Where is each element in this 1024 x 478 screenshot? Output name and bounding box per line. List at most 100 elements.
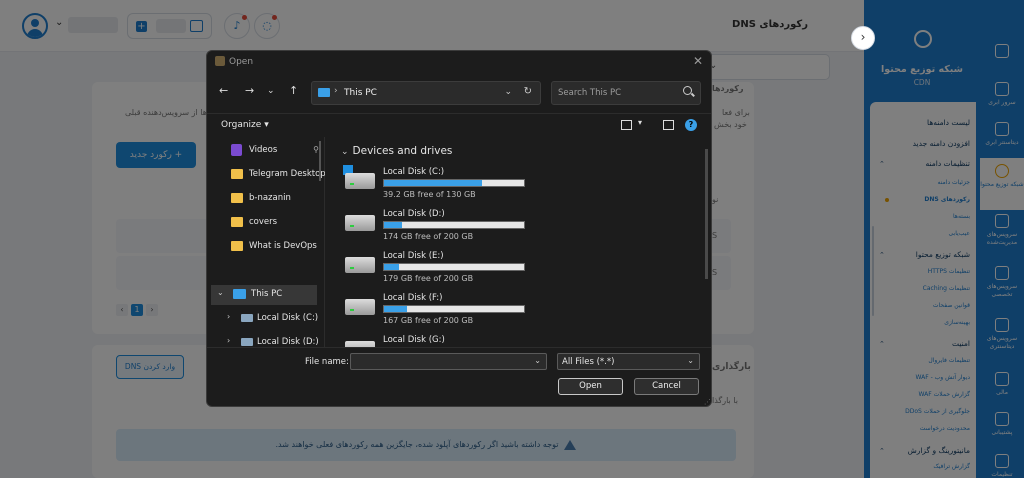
recent-locations-chevron-icon[interactable]: ⌄ [267,86,275,96]
rail-item-cloud-server[interactable]: سرور ابری [980,82,1024,107]
tree-item-local-disk-d[interactable]: › Local Disk (D:) [221,333,325,347]
back-arrow-icon[interactable]: ← [219,84,228,97]
next-page-button[interactable]: › [146,304,158,316]
view-dropdown-icon[interactable]: ▾ [638,118,642,127]
prev-page-button[interactable]: ‹ [116,304,128,316]
tree-item-what-is-devops[interactable]: What is DevOps [221,237,325,257]
view-options-icon[interactable] [621,120,632,130]
avatar[interactable] [22,13,48,39]
chevron-up-icon[interactable]: ⌃ [879,160,885,168]
sidebar-item-troubleshoot[interactable]: عیب‌یابی [949,230,970,237]
sidebar-item-domain-settings[interactable]: تنظیمات دامنه [925,159,970,168]
hints-button[interactable]: ◌ [254,13,280,39]
sidebar-item-monitoring[interactable]: مانیتورینگ و گزارش [908,446,970,455]
sidebar-item-dns-records[interactable]: رکوردهای DNS [924,196,970,203]
devices-section-header[interactable]: ⌄ Devices and drives [341,145,452,157]
sidebar-item-packages[interactable]: بسته‌ها [953,213,970,220]
drive-item-f[interactable]: Local Disk (F:) 167 GB free of 200 GB [341,291,531,329]
address-dropdown-icon[interactable]: ⌄ [504,87,512,97]
wallet-button[interactable]: + [127,13,212,39]
resize-grip-icon[interactable]: ⋰ [704,398,711,406]
domain-select[interactable]: ⌄ [700,54,830,80]
drive-item-g[interactable]: Local Disk (G:) [341,333,531,347]
drive-item-c[interactable]: Local Disk (C:) 39.2 GB free of 130 GB [341,165,531,203]
tree-item-videos[interactable]: Videos ⚲ [221,141,325,161]
hard-drive-icon [345,173,375,189]
help-icon[interactable]: ? [685,119,697,131]
sidebar-item-domain-list[interactable]: لیست دامنه‌ها [927,118,970,127]
tree-item-local-disk-c[interactable]: › Local Disk (C:) [221,309,325,329]
hard-drive-icon [345,257,375,273]
expand-chevron-icon[interactable]: › [227,336,230,345]
navigation-scrollbar[interactable] [319,141,321,181]
forward-arrow-icon[interactable]: → [245,84,254,97]
rail-item-cloud-datacenter[interactable]: دیتاسنتر ابری [980,122,1024,147]
sidebar-item-waf[interactable]: دیوار آتش وب - WAF [915,374,970,381]
rail-item-support[interactable]: پشتیبانی [980,412,1024,437]
expand-chevron-icon[interactable]: › [227,312,230,321]
search-input[interactable] [558,86,668,100]
rail-item-datacenter-services[interactable]: سرویس‌های دیتاسنتری [980,318,1024,351]
file-list-scrollbar[interactable] [705,149,708,279]
organize-button[interactable]: Organize ▾ [221,120,269,130]
sidebar-scrollbar[interactable] [872,226,874,316]
refresh-icon[interactable]: ↻ [524,86,532,97]
preview-pane-icon[interactable] [663,120,674,130]
import-dns-button[interactable]: وارد کردن DNS [116,355,184,379]
search-icon[interactable] [683,86,692,95]
sidebar-item-optimization[interactable]: بهینه‌سازی [944,319,970,326]
chevron-right-icon: › [860,30,866,44]
user-menu-chevron-icon[interactable]: ⌄ [55,17,63,28]
tree-item-telegram-desktop[interactable]: Telegram Desktop [221,165,325,185]
sidebar-panel: شبکه توزیع محتوا CDN لیست دامنه‌ها افزود… [864,0,980,478]
search-box[interactable] [551,81,701,105]
up-arrow-icon[interactable]: ↑ [289,84,298,97]
rail-item-managed-services[interactable]: سرویس‌های مدیریت‌شده [980,214,1024,247]
file-type-select[interactable]: All Files (*.*) ⌄ [557,353,700,370]
chevron-up-icon[interactable]: ⌃ [879,251,885,259]
sidebar-item-cdn[interactable]: شبکه توزیع محتوا [916,250,970,259]
sidebar-item-ddos[interactable]: جلوگیری از حملات DDoS [905,408,970,415]
collapse-chevron-icon[interactable]: ⌄ [217,288,224,297]
address-text: This PC [344,88,377,98]
dialog-toolbar: Organize ▾ ▾ ? [207,113,711,135]
file-name-dropdown-icon[interactable]: ⌄ [534,356,541,365]
sidebar-item-caching[interactable]: تنظیمات Caching [923,285,970,292]
dialog-title: Open [229,57,254,67]
chevron-up-icon[interactable]: ⌃ [879,340,885,348]
drive-item-d[interactable]: Local Disk (D:) 174 GB free of 200 GB [341,207,531,245]
file-type-dropdown-icon[interactable]: ⌄ [687,356,694,365]
notifications-button[interactable]: ♪ [224,13,250,39]
close-icon[interactable]: ✕ [693,54,703,68]
rail-item-home[interactable] [980,44,1024,61]
drive-usage-bar [383,221,525,229]
sidebar-item-rate-limit[interactable]: محدودیت درخواست [920,425,970,432]
open-button[interactable]: Open [558,378,623,395]
sidebar-item-domain-details[interactable]: جزئیات دامنه [938,179,970,186]
tree-item-this-pc[interactable]: ⌄ This PC [211,285,317,305]
sidebar-item-https[interactable]: تنظیمات HTTPS [928,268,970,275]
tree-item-covers[interactable]: covers [221,213,325,233]
add-credit-icon[interactable]: + [136,21,147,32]
cancel-button[interactable]: Cancel [634,378,699,395]
tree-item-b-nazanin[interactable]: b-nazanin [221,189,325,209]
sidebar-collapse-button[interactable]: › [851,26,875,50]
sidebar-item-traffic-report[interactable]: گزارش ترافیک [933,463,970,470]
rail-item-cdn[interactable]: شبکه توزیع محتوا [980,158,1024,210]
sidebar-item-page-rules[interactable]: قوانین صفحات [933,302,970,309]
current-page[interactable]: 1 [131,304,143,316]
rail-item-special-services[interactable]: سرویس‌های تخصصی [980,266,1024,299]
rail-item-finance[interactable]: مالی [980,372,1024,397]
sidebar-item-firewall[interactable]: تنظیمات فایروال [928,357,970,364]
drive-item-e[interactable]: Local Disk (E:) 179 GB free of 200 GB [341,249,531,287]
file-name-input[interactable]: ⌄ [350,353,547,370]
address-bar[interactable]: › This PC ⌄ ↻ [311,81,541,105]
sidebar-item-add-domain[interactable]: افزودن دامنه جدید [913,139,970,148]
add-record-button[interactable]: + رکورد جدید [116,142,196,168]
sidebar-item-waf-report[interactable]: گزارش حملات WAF [919,391,970,398]
rail-item-settings[interactable]: تنظیمات [980,454,1024,478]
breadcrumb-separator-icon[interactable]: › [334,86,338,96]
sidebar-item-security[interactable]: امنیت [952,339,970,348]
navigation-pane: Videos ⚲ Telegram Desktop b-nazanin cove… [207,137,325,347]
chevron-up-icon[interactable]: ⌃ [879,447,885,455]
